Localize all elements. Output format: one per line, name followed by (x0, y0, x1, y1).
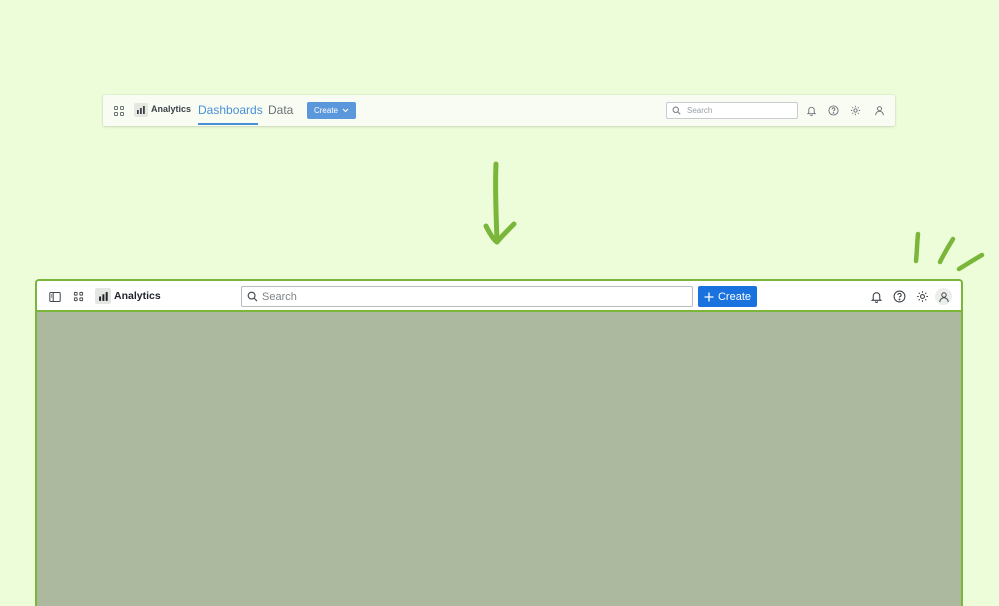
help-icon[interactable] (893, 290, 906, 303)
down-arrow-icon (493, 161, 500, 243)
search-input[interactable]: Search (241, 286, 693, 307)
new-layout-frame: Analytics Search Create (35, 279, 963, 606)
gear-icon[interactable] (916, 290, 929, 303)
analytics-logo-icon (95, 288, 111, 304)
search-placeholder: Search (262, 290, 297, 303)
create-button-label: Create (717, 290, 752, 303)
sidebar-panel-icon[interactable] (49, 291, 61, 303)
spark-mark-2 (937, 236, 956, 265)
apps-grid-icon[interactable] (73, 291, 84, 302)
new-navigation-bar: Analytics Search Create (37, 281, 961, 312)
plus-icon (704, 292, 714, 302)
avatar[interactable] (935, 288, 952, 305)
spark-mark-3 (956, 252, 985, 272)
brand-name: Analytics (114, 290, 161, 302)
spark-mark-1 (913, 231, 921, 264)
create-button[interactable]: Create (698, 286, 757, 307)
bell-icon[interactable] (870, 290, 883, 303)
search-icon (247, 291, 258, 302)
user-icon (938, 291, 950, 303)
